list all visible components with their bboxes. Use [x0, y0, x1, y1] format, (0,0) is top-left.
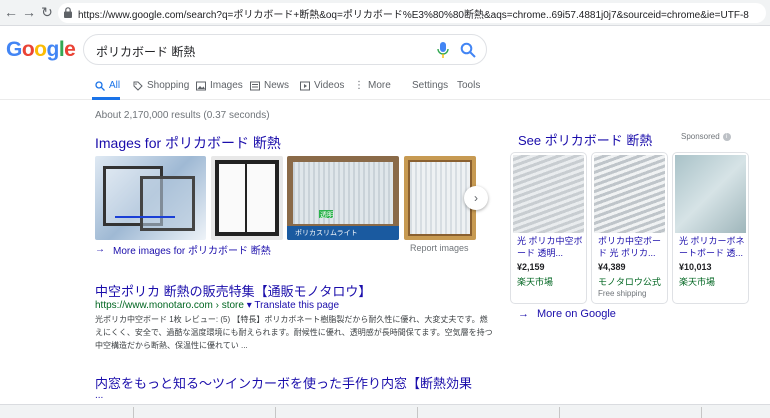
tab-all[interactable]: All — [95, 80, 120, 91]
tag-icon — [133, 81, 143, 91]
tab-videos[interactable]: Videos — [300, 80, 344, 91]
shopping-heading[interactable]: See ポリカボード 断熱 — [518, 130, 652, 149]
microphone-icon[interactable] — [436, 42, 450, 58]
search-icon — [95, 80, 105, 91]
forward-arrow-icon[interactable]: → — [20, 3, 38, 21]
chevron-right-icon: › — [474, 191, 478, 205]
tab-shopping[interactable]: Shopping — [133, 80, 189, 91]
result-stats: About 2,170,000 results (0.37 seconds) — [95, 110, 270, 121]
product-image — [594, 155, 665, 233]
more-images-link[interactable]: → More images for ポリカボード 断熱 — [95, 242, 271, 257]
dots-icon: ⋮ — [354, 80, 364, 91]
reload-icon[interactable]: ↻ — [38, 3, 56, 21]
search-tabs: All Shopping Images News Videos ⋮ More S… — [0, 76, 770, 100]
next-images-button[interactable]: › — [464, 186, 488, 210]
taskbar-tab[interactable] — [568, 407, 702, 418]
arrow-right-icon: → — [518, 308, 529, 320]
browser-toolbar: ← → ↻ https://www.google.com/search?q=ポリ… — [0, 0, 770, 26]
image-thumbnail[interactable] — [95, 156, 206, 240]
result-title[interactable]: 内窓をもっと知る〜ツインカーボを使った手作り内窓【断熱効果 — [95, 373, 472, 392]
url-text: https://www.google.com/search?q=ポリカボード+断… — [78, 10, 749, 21]
result-title[interactable]: 中空ポリカ 断熱の販売特集【通販モノタロウ】 — [95, 281, 371, 300]
result-snippet: 光ポリカ中空ボード 1枚 レビュー: (5) 【特長】ポリカボネート樹脂製だから… — [95, 315, 493, 350]
search-query: ポリカボード 断熱 — [96, 45, 196, 59]
taskbar-tab[interactable] — [284, 407, 418, 418]
image-icon — [196, 81, 206, 90]
address-bar[interactable]: https://www.google.com/search?q=ポリカボード+断… — [58, 3, 766, 23]
news-icon — [250, 81, 260, 90]
product-image — [675, 155, 746, 233]
product-image — [513, 155, 584, 233]
taskbar-tab[interactable] — [0, 407, 134, 418]
product-card[interactable]: 光 ポリカ中空ボード 透明... ¥2,159 楽天市場 — [510, 152, 587, 304]
back-arrow-icon[interactable]: ← — [2, 3, 20, 21]
result-url: https://www.monotaro.com › store ▾ Trans… — [95, 300, 340, 311]
product-card[interactable]: ポリカ中空ボード 光 ポリカ... ¥4,389 モノタロウ公式 Free sh… — [591, 152, 668, 304]
translate-link[interactable]: ▾ Translate this page — [247, 300, 339, 311]
arrow-right-icon: → — [95, 244, 105, 255]
thumbnail-caption: 透明 — [320, 212, 334, 219]
active-tab-indicator — [92, 97, 120, 100]
image-thumbnail[interactable]: ポリカスリムライト 透明 — [287, 156, 399, 240]
product-card[interactable]: 光 ポリカーボネートボード 透... ¥10,013 楽天市場 — [672, 152, 749, 304]
search-input[interactable]: ポリカボード 断熱 — [83, 34, 487, 65]
tab-images[interactable]: Images — [196, 80, 243, 91]
images-heading[interactable]: Images for ポリカボード 断熱 — [95, 133, 281, 153]
sponsored-label: Sponsored i — [681, 132, 731, 141]
thumbnail-caption: ポリカスリムライト — [295, 230, 358, 237]
lock-icon — [64, 7, 72, 18]
taskbar-tab[interactable] — [142, 407, 276, 418]
result-title-continuation[interactable]: ... — [95, 390, 103, 401]
tab-more[interactable]: ⋮ More — [354, 80, 391, 91]
tab-tools[interactable]: Tools — [457, 80, 480, 91]
more-on-google-link[interactable]: → More on Google — [518, 308, 616, 320]
image-thumbnail[interactable] — [211, 156, 283, 240]
taskbar-tab[interactable] — [426, 407, 560, 418]
google-logo[interactable]: Google — [6, 38, 76, 62]
search-icon[interactable] — [460, 42, 476, 58]
tab-news[interactable]: News — [250, 80, 289, 91]
report-images-link[interactable]: Report images — [410, 243, 469, 253]
bottom-bar — [0, 404, 770, 418]
tab-settings[interactable]: Settings — [412, 80, 448, 91]
info-icon[interactable]: i — [722, 132, 731, 141]
play-icon — [300, 81, 310, 90]
